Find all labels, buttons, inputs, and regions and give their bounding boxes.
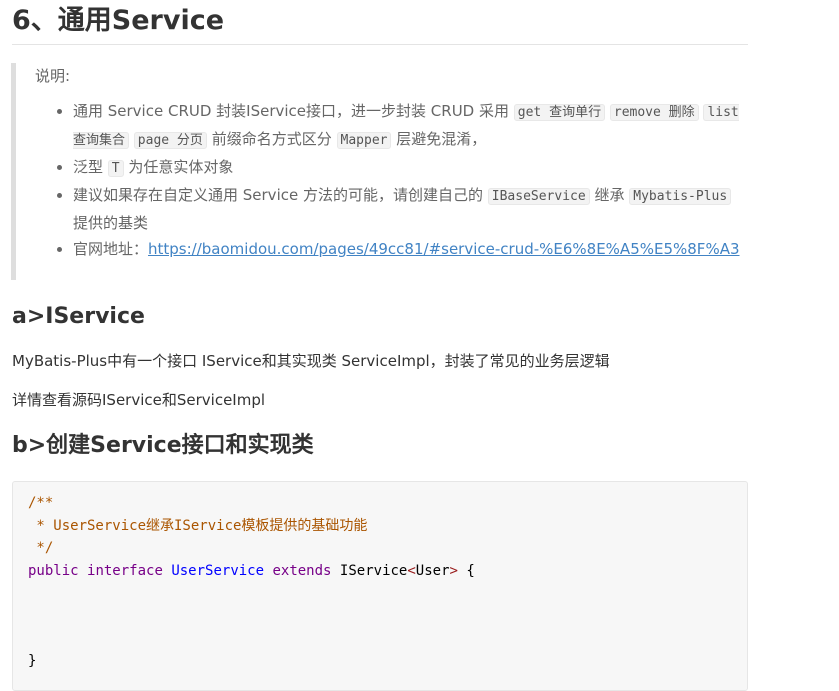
bullet-text: 建议如果存在自定义通用 Service 方法的可能，请创建自己的: [73, 186, 483, 204]
inline-code: Mapper: [336, 132, 392, 149]
code-keyword: interface: [87, 562, 163, 579]
inline-code: IBaseService: [487, 188, 590, 205]
code-keyword: public: [28, 562, 79, 579]
code-brace: {: [466, 562, 475, 579]
note-title: 说明:: [35, 67, 71, 85]
code-bracket: <: [407, 562, 416, 579]
bullet-text: 为任意实体对象: [128, 158, 234, 176]
code-brace: }: [28, 652, 37, 669]
list-item: 泛型 T 为任意实体对象: [73, 154, 743, 182]
inline-code: T: [107, 160, 124, 177]
inline-code: Mybatis-Plus: [629, 188, 732, 205]
code-generic: User: [415, 562, 450, 579]
bullet-text: 继承: [594, 186, 625, 204]
inline-code: remove 删除: [609, 104, 699, 121]
code-block[interactable]: /** * UserService继承IService模板提供的基础功能 */ …: [12, 481, 748, 691]
code-bracket: >: [449, 562, 458, 579]
note-blockquote: 说明: 通用 Service CRUD 封装IService接口，进一步封装 C…: [11, 63, 743, 280]
list-item: 通用 Service CRUD 封装IService接口，进一步封装 CRUD …: [73, 98, 743, 154]
code-comment: * UserService继承IService模板提供的基础功能: [28, 517, 368, 534]
section-title: 6、通用Service: [12, 4, 748, 45]
bullet-text: 通用 Service CRUD 封装IService接口，进一步封装 CRUD …: [73, 102, 509, 120]
bullet-text: 层避免混淆，: [396, 130, 487, 148]
paragraph: MyBatis-Plus中有一个接口 IService和其实现类 Service…: [12, 352, 610, 370]
subsection-title-b: b>创建Service接口和实现类: [12, 433, 314, 458]
list-item: 官网地址：https://baomidou.com/pages/49cc81/#…: [73, 236, 743, 262]
code-comment: */: [28, 540, 54, 556]
note-list: 通用 Service CRUD 封装IService接口，进一步封装 CRUD …: [35, 98, 743, 262]
bullet-text: 提供的基类: [73, 214, 149, 232]
bullet-text: 官网地址：: [73, 240, 149, 258]
inline-code: page 分页: [133, 132, 207, 149]
inline-code: get 查询单行: [513, 104, 606, 121]
bullet-text: 前缀命名方式区分: [211, 130, 332, 148]
official-site-link[interactable]: https://baomidou.com/pages/49cc81/#servi…: [148, 240, 739, 258]
code-type-name: UserService: [171, 562, 265, 579]
code-keyword: extends: [272, 562, 332, 579]
list-item: 建议如果存在自定义通用 Service 方法的可能，请创建自己的 IBaseSe…: [73, 182, 743, 236]
paragraph: 详情查看源码IService和ServiceImpl: [12, 391, 266, 409]
subsection-title-a: a>IService: [12, 304, 145, 329]
code-comment: /**: [28, 495, 54, 511]
bullet-text: 泛型: [73, 158, 104, 176]
code-parent-type: IService: [339, 562, 408, 579]
